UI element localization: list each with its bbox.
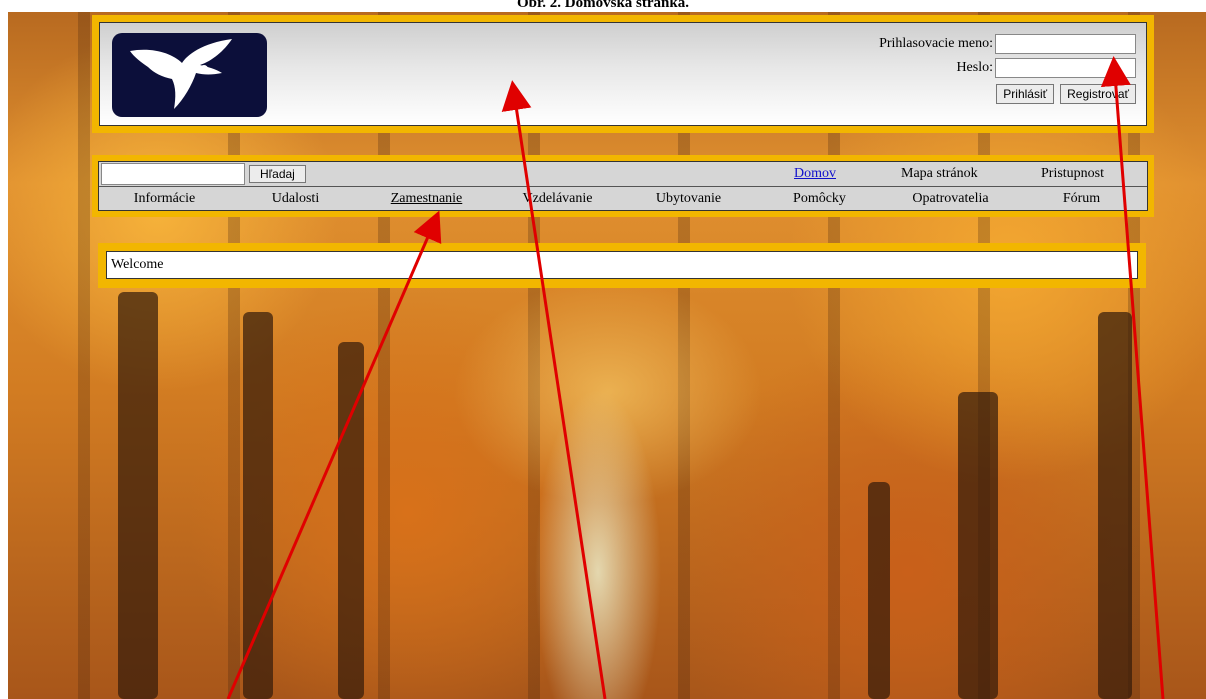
nav-link-accessibility[interactable]: Pristupnost: [1041, 166, 1104, 182]
nav-link-home[interactable]: Domov: [794, 166, 836, 182]
nav-item-information[interactable]: Informácie: [99, 191, 230, 207]
nav-item-education[interactable]: Vzdelávanie: [492, 191, 623, 207]
navigation-panel: Hľadaj Domov Mapa stránok Pristupnost In…: [92, 155, 1154, 217]
login-button[interactable]: Prihlásiť: [996, 84, 1055, 104]
nav-link-sitemap[interactable]: Mapa stránok: [901, 166, 978, 182]
nav-item-accommodation[interactable]: Ubytovanie: [623, 191, 754, 207]
header-panel: Prihlasovacie meno: Heslo: Prihlásiť Reg…: [92, 15, 1154, 133]
nav-item-caregivers[interactable]: Opatrovatelia: [885, 191, 1016, 207]
login-form: Prihlasovacie meno: Heslo: Prihlásiť Reg…: [879, 32, 1136, 106]
nav-item-events[interactable]: Udalosti: [230, 191, 361, 207]
login-label: Prihlasovacie meno:: [879, 36, 993, 51]
nav-menu-row: Informácie Udalosti Zamestnanie Vzdeláva…: [99, 187, 1147, 211]
password-input[interactable]: [995, 58, 1136, 78]
dove-icon: [130, 39, 232, 109]
search-input[interactable]: [101, 163, 245, 185]
nav-top-row: Hľadaj Domov Mapa stránok Pristupnost: [99, 162, 1147, 187]
password-label: Heslo:: [956, 60, 993, 75]
dove-logo[interactable]: [112, 33, 267, 117]
nav-item-aids[interactable]: Pomôcky: [754, 191, 885, 207]
username-input[interactable]: [995, 34, 1136, 54]
header-inner: Prihlasovacie meno: Heslo: Prihlásiť Reg…: [99, 22, 1147, 126]
nav-item-employment[interactable]: Zamestnanie: [361, 191, 492, 207]
search-button[interactable]: Hľadaj: [249, 165, 306, 183]
nav-item-forum[interactable]: Fórum: [1016, 191, 1147, 207]
welcome-text: Welcome: [106, 251, 1138, 279]
navigation-inner: Hľadaj Domov Mapa stránok Pristupnost In…: [98, 161, 1148, 211]
register-button[interactable]: Registrovať: [1060, 84, 1136, 104]
figure-caption: Obr. 2. Domovská stránka.: [517, 0, 689, 11]
content-panel: Welcome: [98, 243, 1146, 288]
